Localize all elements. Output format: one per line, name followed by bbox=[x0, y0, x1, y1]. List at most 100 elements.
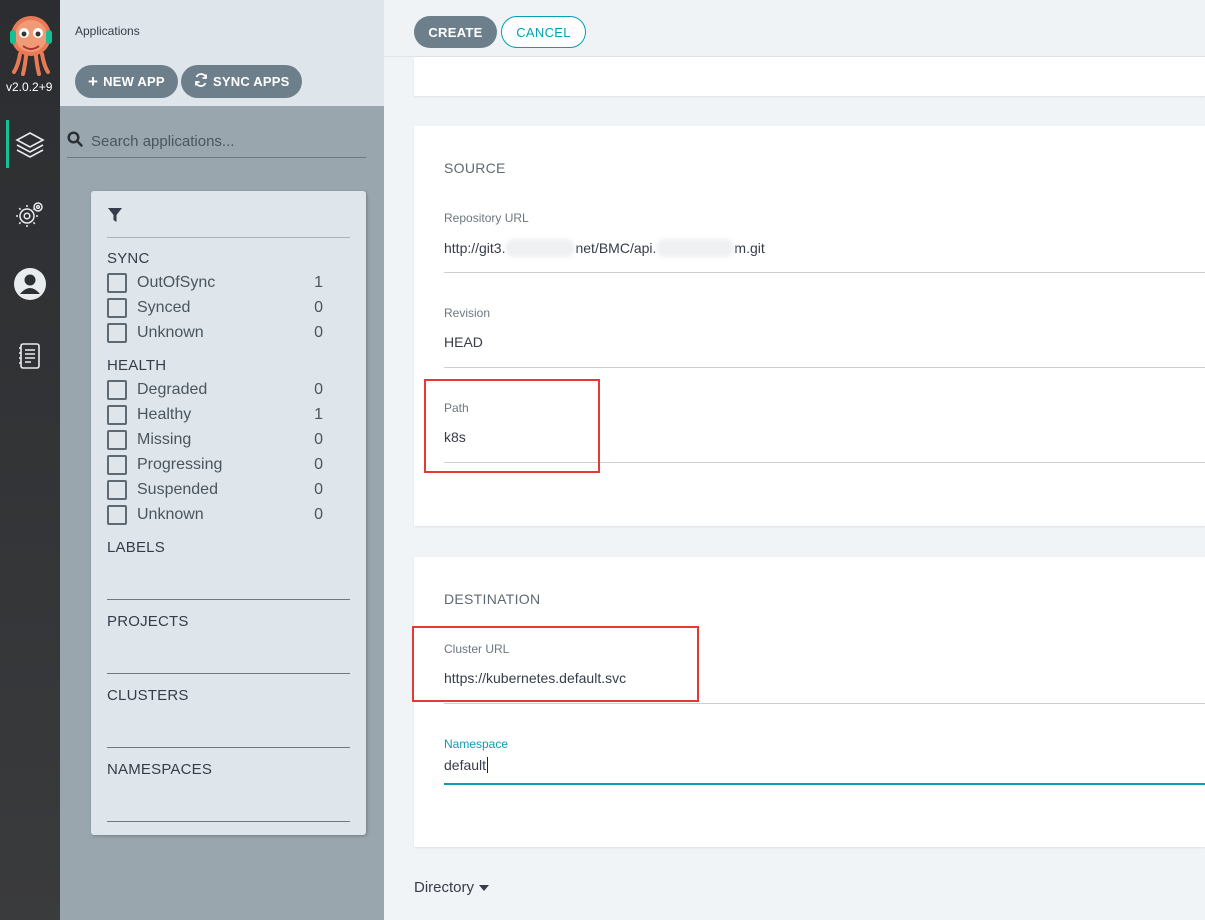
filter-label: Unknown bbox=[137, 323, 204, 341]
filter-label: Degraded bbox=[137, 380, 208, 398]
repository-url-part: http://git3. bbox=[444, 240, 506, 256]
search-icon bbox=[67, 131, 83, 152]
filter-health-healthy[interactable]: Healthy 1 bbox=[107, 402, 323, 427]
create-app-form: SOURCE Repository URL http://git3. net/BM… bbox=[384, 57, 1205, 920]
filter-clusters-input[interactable] bbox=[107, 747, 350, 748]
redacted-mask bbox=[656, 239, 735, 257]
filter-projects-input[interactable] bbox=[107, 673, 350, 674]
filter-label: OutOfSync bbox=[137, 273, 216, 291]
checkbox[interactable] bbox=[107, 272, 127, 293]
filter-namespaces-input[interactable] bbox=[107, 821, 350, 822]
filter-health-title: HEALTH bbox=[107, 357, 167, 374]
checkbox[interactable] bbox=[107, 379, 127, 400]
filter-label: Synced bbox=[137, 298, 191, 316]
argo-logo-icon[interactable] bbox=[8, 14, 54, 76]
repository-url-label: Repository URL bbox=[444, 211, 529, 225]
nav-settings[interactable] bbox=[0, 188, 60, 240]
filter-label: Progressing bbox=[137, 455, 223, 473]
filter-health-missing[interactable]: Missing 0 bbox=[107, 427, 323, 452]
filter-health-progressing[interactable]: Progressing 0 bbox=[107, 452, 323, 477]
filter-count: 0 bbox=[314, 505, 323, 523]
namespace-value: default bbox=[444, 757, 487, 773]
cancel-button[interactable]: CANCEL bbox=[501, 16, 586, 48]
revision-field[interactable]: Revision HEAD bbox=[444, 306, 1205, 368]
divider bbox=[107, 237, 350, 238]
text-cursor bbox=[487, 757, 489, 773]
applications-sidebar: SYNC OutOfSync 1 Synced 0 Unknown 0 HEAL… bbox=[60, 106, 384, 920]
directory-dropdown[interactable]: Directory bbox=[414, 879, 490, 896]
repository-url-part: m.git bbox=[734, 240, 765, 256]
sync-apps-button[interactable]: SYNC APPS bbox=[181, 65, 303, 98]
checkbox[interactable] bbox=[107, 479, 127, 500]
nav-user-info[interactable] bbox=[0, 258, 60, 310]
namespace-label: Namespace bbox=[444, 737, 509, 751]
filter-count: 0 bbox=[314, 380, 323, 398]
filter-sync-synced[interactable]: Synced 0 bbox=[107, 295, 323, 320]
nav-applications[interactable] bbox=[0, 118, 60, 170]
repository-url-field[interactable]: Repository URL http://git3. net/BMC/api. m… bbox=[444, 211, 1205, 273]
checkbox[interactable] bbox=[107, 322, 127, 343]
filter-count: 0 bbox=[314, 455, 323, 473]
source-title: SOURCE bbox=[444, 160, 506, 176]
filter-labels-title: LABELS bbox=[107, 539, 165, 556]
layers-icon bbox=[14, 128, 46, 160]
nav-documentation[interactable] bbox=[0, 330, 60, 382]
filter-count: 0 bbox=[314, 298, 323, 316]
new-app-label: NEW APP bbox=[103, 74, 165, 89]
caret-down-icon bbox=[479, 884, 490, 891]
sync-apps-label: SYNC APPS bbox=[213, 74, 290, 89]
new-app-button[interactable]: + NEW APP bbox=[75, 65, 178, 98]
create-button[interactable]: CREATE bbox=[414, 16, 497, 48]
user-icon bbox=[13, 267, 47, 301]
filter-sync-title: SYNC bbox=[107, 250, 150, 267]
filter-labels-input[interactable] bbox=[107, 599, 350, 600]
repository-url-part: net/BMC/api. bbox=[575, 240, 657, 256]
cluster-url-label: Cluster URL bbox=[444, 642, 510, 656]
version-label: v2.0.2+9 bbox=[6, 80, 53, 94]
repository-url-value: http://git3. net/BMC/api. m.git bbox=[444, 239, 765, 257]
checkbox[interactable] bbox=[107, 297, 127, 318]
filter-health-suspended[interactable]: Suspended 0 bbox=[107, 477, 323, 502]
path-value: k8s bbox=[444, 429, 466, 445]
filter-label: Unknown bbox=[137, 505, 204, 523]
checkbox[interactable] bbox=[107, 454, 127, 475]
filter-panel: SYNC OutOfSync 1 Synced 0 Unknown 0 HEAL… bbox=[91, 191, 366, 835]
nav-rail: v2.0.2+9 bbox=[0, 0, 60, 920]
filter-sync-outofsync[interactable]: OutOfSync 1 bbox=[107, 270, 323, 295]
cluster-url-field[interactable]: Cluster URL https://kubernetes.default.s… bbox=[444, 642, 1205, 704]
filter-count: 1 bbox=[314, 273, 323, 291]
search-bar bbox=[67, 126, 366, 158]
filter-count: 0 bbox=[314, 480, 323, 498]
filter-clusters-title: CLUSTERS bbox=[107, 687, 189, 704]
plus-icon: + bbox=[88, 72, 99, 91]
cluster-url-value: https://kubernetes.default.svc bbox=[444, 670, 627, 686]
applications-title: Applications bbox=[75, 24, 140, 38]
filter-health-degraded[interactable]: Degraded 0 bbox=[107, 377, 323, 402]
namespace-field[interactable]: Namespace default bbox=[444, 737, 1205, 785]
filter-health-unknown[interactable]: Unknown 0 bbox=[107, 502, 323, 527]
filter-icon bbox=[107, 207, 123, 228]
destination-card: DESTINATION Cluster URL https://kubernet… bbox=[412, 557, 1205, 847]
path-field[interactable]: Path k8s bbox=[444, 401, 1205, 463]
filter-projects-title: PROJECTS bbox=[107, 613, 189, 630]
sync-icon bbox=[194, 73, 208, 90]
revision-label: Revision bbox=[444, 306, 491, 320]
general-card-bottom bbox=[414, 57, 1205, 96]
namespace-value-wrap: default bbox=[444, 757, 489, 773]
filter-namespaces-title: NAMESPACES bbox=[107, 761, 213, 778]
revision-value: HEAD bbox=[444, 334, 483, 350]
filter-label: Healthy bbox=[137, 405, 192, 423]
checkbox[interactable] bbox=[107, 504, 127, 525]
checkbox[interactable] bbox=[107, 404, 127, 425]
search-input[interactable] bbox=[91, 133, 361, 150]
directory-label: Directory bbox=[414, 879, 475, 896]
filter-sync-unknown[interactable]: Unknown 0 bbox=[107, 320, 323, 345]
filter-label: Suspended bbox=[137, 480, 218, 498]
book-icon bbox=[17, 341, 43, 371]
path-label: Path bbox=[444, 401, 469, 415]
redacted-mask bbox=[505, 239, 576, 257]
filter-count: 0 bbox=[314, 430, 323, 448]
checkbox[interactable] bbox=[107, 429, 127, 450]
filter-count: 1 bbox=[314, 405, 323, 423]
filter-label: Missing bbox=[137, 430, 192, 448]
